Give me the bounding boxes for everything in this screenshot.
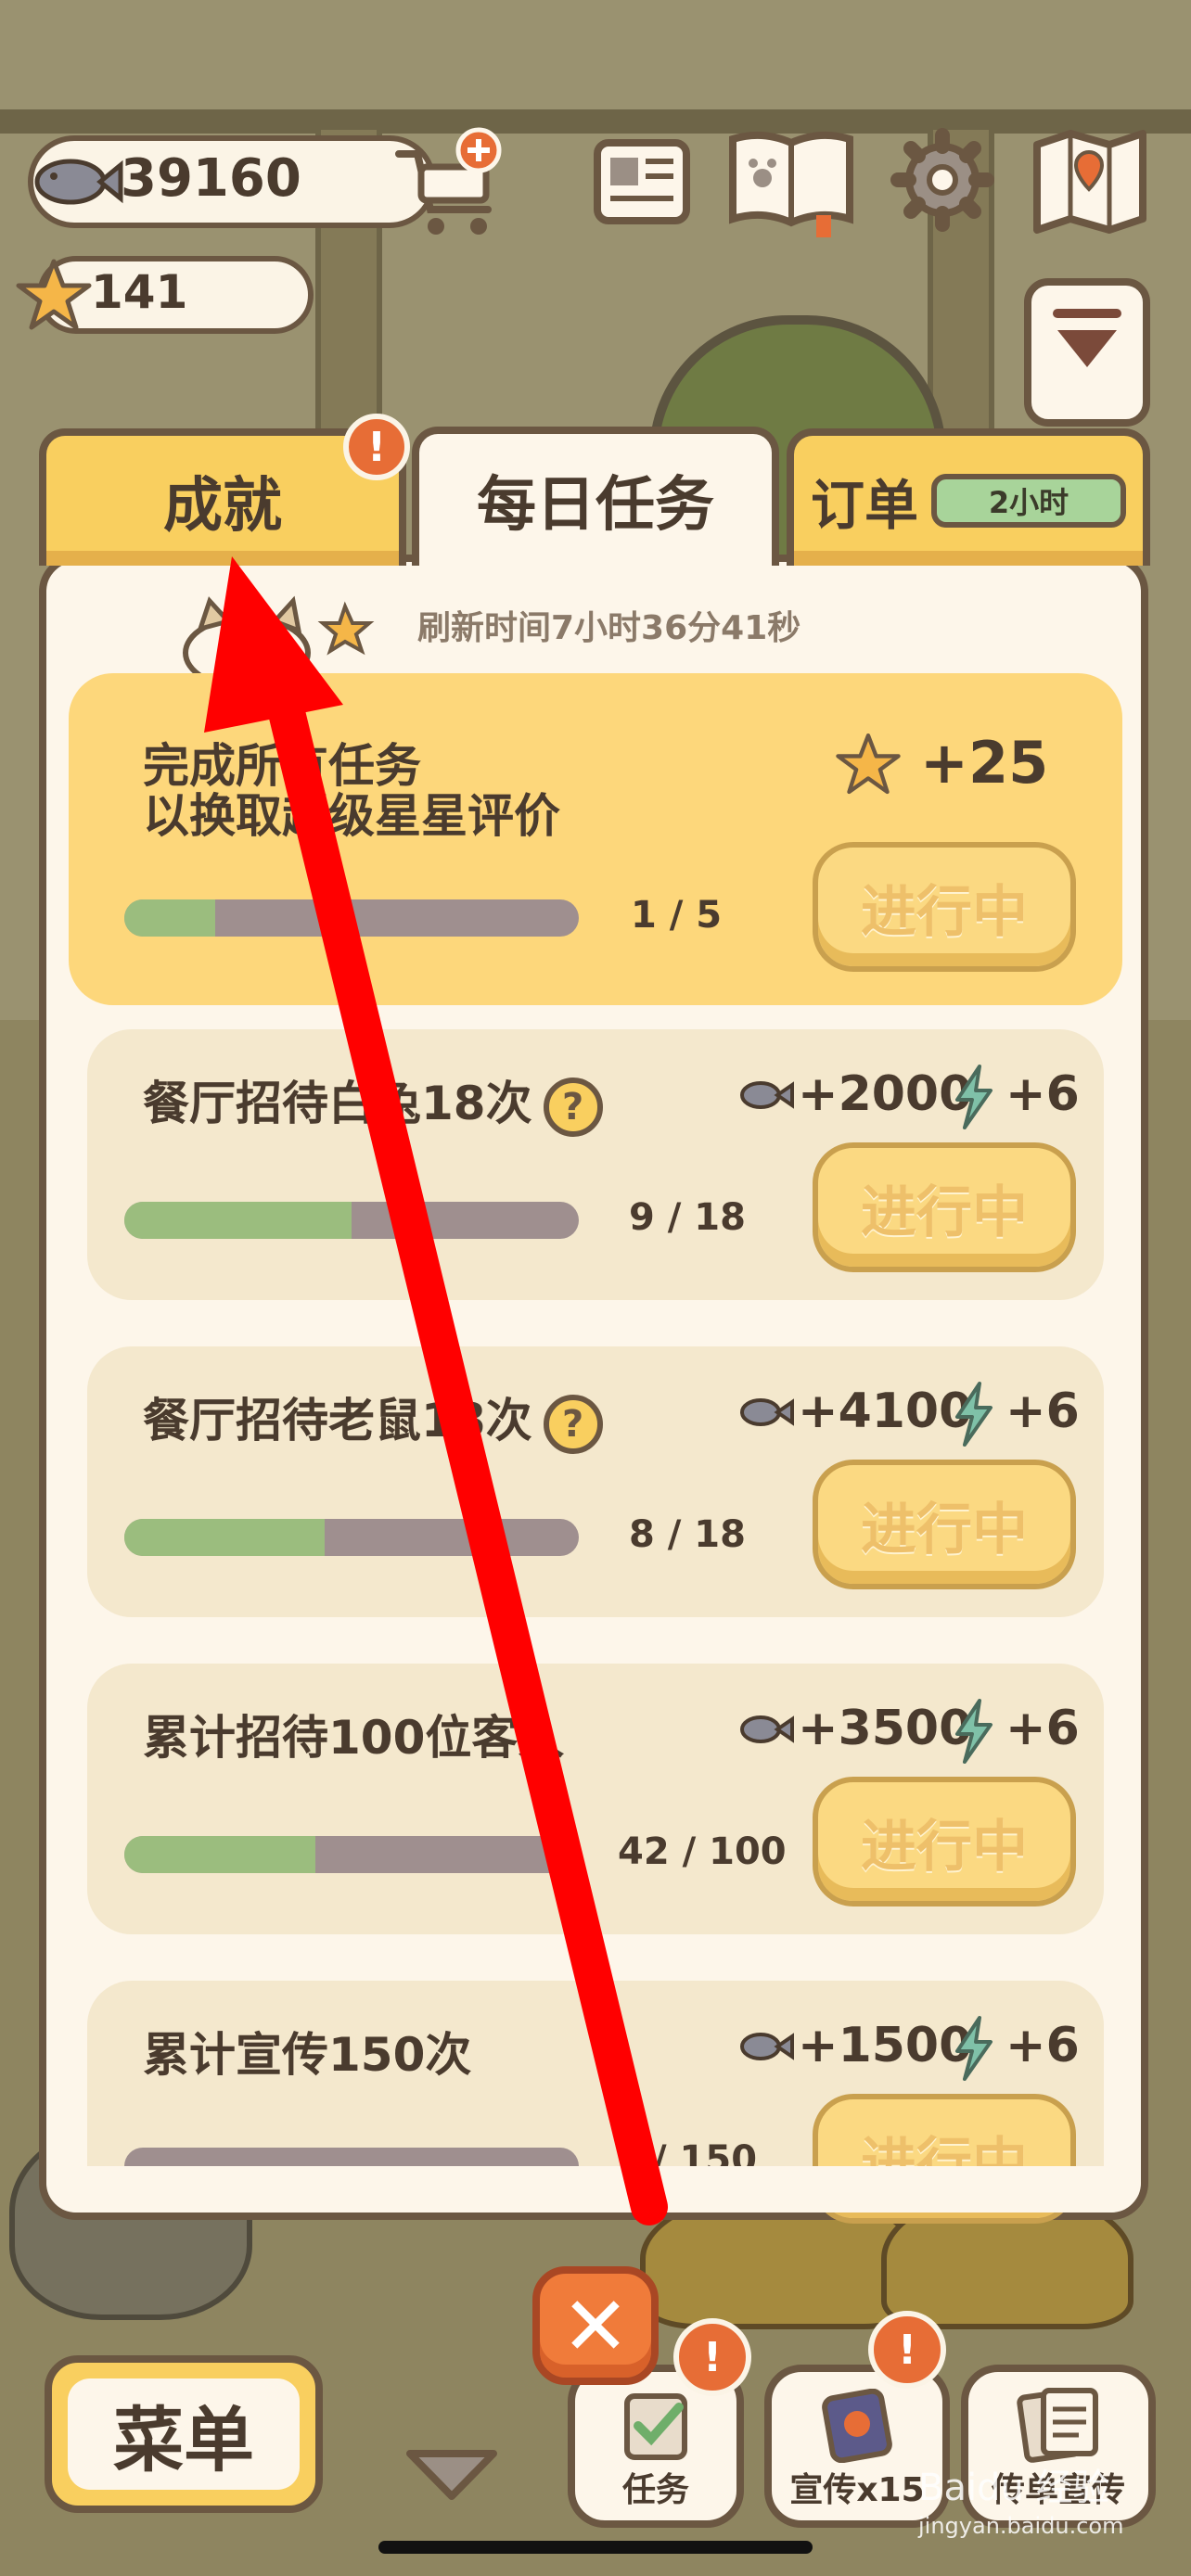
tasks-alert-badge: ! xyxy=(673,2318,751,2396)
task-progress-count: 8 / 18 xyxy=(629,1513,746,1556)
fish-count: 39160 xyxy=(121,148,301,209)
orders-timer-badge: 2小时 xyxy=(931,474,1126,528)
task-card: 餐厅招待白兔18次? +2000 +6 9 / 18 进行中 xyxy=(87,1029,1104,1300)
baidu-watermark: Baidu 经验 xyxy=(918,2467,1110,2509)
task-fish-reward: +2000 xyxy=(798,1066,973,1122)
task-progress-fill xyxy=(124,1836,315,1873)
energy-icon xyxy=(955,1065,992,1129)
task-title: 餐厅招待白兔18次? xyxy=(143,1066,603,1137)
panel-bottom-edge xyxy=(46,2166,1141,2213)
summary-progress-count: 1 / 5 xyxy=(631,894,723,937)
summary-progress-bar xyxy=(124,899,579,937)
task-title: 累计宣传150次 xyxy=(143,2028,472,2082)
tab-daily-label: 每日任务 xyxy=(477,471,714,540)
paw-book-icon xyxy=(729,131,853,237)
summary-star-reward: +25 xyxy=(920,729,1049,797)
tab-daily-tasks[interactable]: 每日任务 xyxy=(412,427,779,566)
tab-orders[interactable]: 订单 2小时 xyxy=(787,428,1150,566)
refresh-timer-text: 刷新时间7小时36分41秒 xyxy=(417,609,801,647)
shop-cart-button[interactable] xyxy=(390,126,510,247)
task-in-progress-button[interactable]: 进行中 xyxy=(813,1142,1076,1272)
menu-button[interactable]: 菜单 xyxy=(45,2355,323,2513)
task-energy-reward: +6 xyxy=(1005,1701,1080,1756)
fish-icon xyxy=(34,159,123,205)
baidu-watermark-url: jingyan.baidu.com xyxy=(918,2513,1124,2539)
recipe-book-button[interactable] xyxy=(590,130,694,234)
chevron-down-icon[interactable] xyxy=(401,2441,503,2506)
fish-reward-icon xyxy=(740,1398,794,1426)
task-progress-bar xyxy=(124,1836,579,1873)
catalog-button[interactable] xyxy=(725,126,857,237)
task-energy-reward: +6 xyxy=(1005,2018,1080,2073)
task-title: 餐厅招待老鼠18次? xyxy=(143,1384,603,1454)
cart-plus-icon xyxy=(395,127,502,235)
home-indicator xyxy=(378,2541,813,2554)
task-progress-bar xyxy=(124,1519,579,1556)
task-progress-count: 42 / 100 xyxy=(618,1830,787,1873)
task-in-progress-button[interactable]: 进行中 xyxy=(813,1777,1076,1906)
tab-orders-label: 订单 xyxy=(810,474,918,537)
tab-achievements-label: 成就 xyxy=(163,472,282,541)
summary-progress-fill xyxy=(124,899,215,937)
task-card: 累计招待100位客人 +3500 +6 42 / 100 进行中 xyxy=(87,1664,1104,1934)
checklist-icon xyxy=(624,2393,687,2460)
tasks-nav-label: 任务 xyxy=(621,2471,689,2509)
flyer-paper-icon xyxy=(1017,2388,1098,2463)
close-icon: ✕ xyxy=(561,2277,630,2374)
notebook-icon xyxy=(594,139,690,224)
star-icon xyxy=(16,259,92,330)
help-question-icon[interactable]: ? xyxy=(543,1394,603,1454)
task-progress-fill xyxy=(124,1519,325,1556)
energy-icon xyxy=(955,2016,992,2081)
close-panel-button[interactable]: ✕ xyxy=(532,2266,659,2385)
fish-reward-icon xyxy=(740,2033,794,2060)
collapse-side-button[interactable] xyxy=(1024,278,1150,427)
task-progress-count: 9 / 18 xyxy=(629,1196,746,1239)
promote-label: 宣传x15 xyxy=(789,2471,925,2509)
menu-label: 菜单 xyxy=(68,2378,300,2490)
settings-button[interactable] xyxy=(890,128,994,232)
star-count: 141 xyxy=(91,265,188,319)
task-in-progress-button[interactable]: 进行中 xyxy=(813,1460,1076,1589)
star-reward-icon xyxy=(836,733,901,795)
poster-icon xyxy=(822,2389,892,2463)
task-energy-reward: +6 xyxy=(1005,1066,1080,1122)
fish-reward-icon xyxy=(740,1715,794,1743)
task-fish-reward: +4100 xyxy=(798,1384,973,1439)
task-fish-reward: +3500 xyxy=(798,1701,973,1756)
task-card: 餐厅招待老鼠18次? +4100 +6 8 / 18 进行中 xyxy=(87,1346,1104,1617)
all-tasks-summary-card: 完成所有任务 以换取超级星星评价 +25 1 / 5 进行中 xyxy=(69,673,1122,1005)
promote-alert-badge: ! xyxy=(868,2311,946,2389)
task-progress-bar xyxy=(124,1202,579,1239)
task-title: 累计招待100位客人 xyxy=(143,1711,565,1765)
help-question-icon[interactable]: ? xyxy=(543,1077,603,1137)
summary-title-line2: 以换取超级星星评价 xyxy=(143,789,560,843)
map-button[interactable] xyxy=(1030,126,1150,234)
fish-reward-icon xyxy=(740,1081,794,1109)
achievement-alert-badge: ! xyxy=(343,414,410,480)
energy-icon xyxy=(955,1382,992,1447)
arrow-down-icon xyxy=(1053,309,1121,367)
task-card: 累计宣传150次 +1500 +6 / 150 进行中 xyxy=(87,1981,1104,2224)
energy-icon xyxy=(955,1699,992,1764)
task-fish-reward: +1500 xyxy=(798,2018,973,2073)
gear-icon xyxy=(890,128,994,232)
map-icon xyxy=(1033,130,1146,234)
task-progress-fill xyxy=(124,1202,352,1239)
task-energy-reward: +6 xyxy=(1005,1384,1080,1439)
summary-in-progress-button[interactable]: 进行中 xyxy=(813,842,1076,972)
